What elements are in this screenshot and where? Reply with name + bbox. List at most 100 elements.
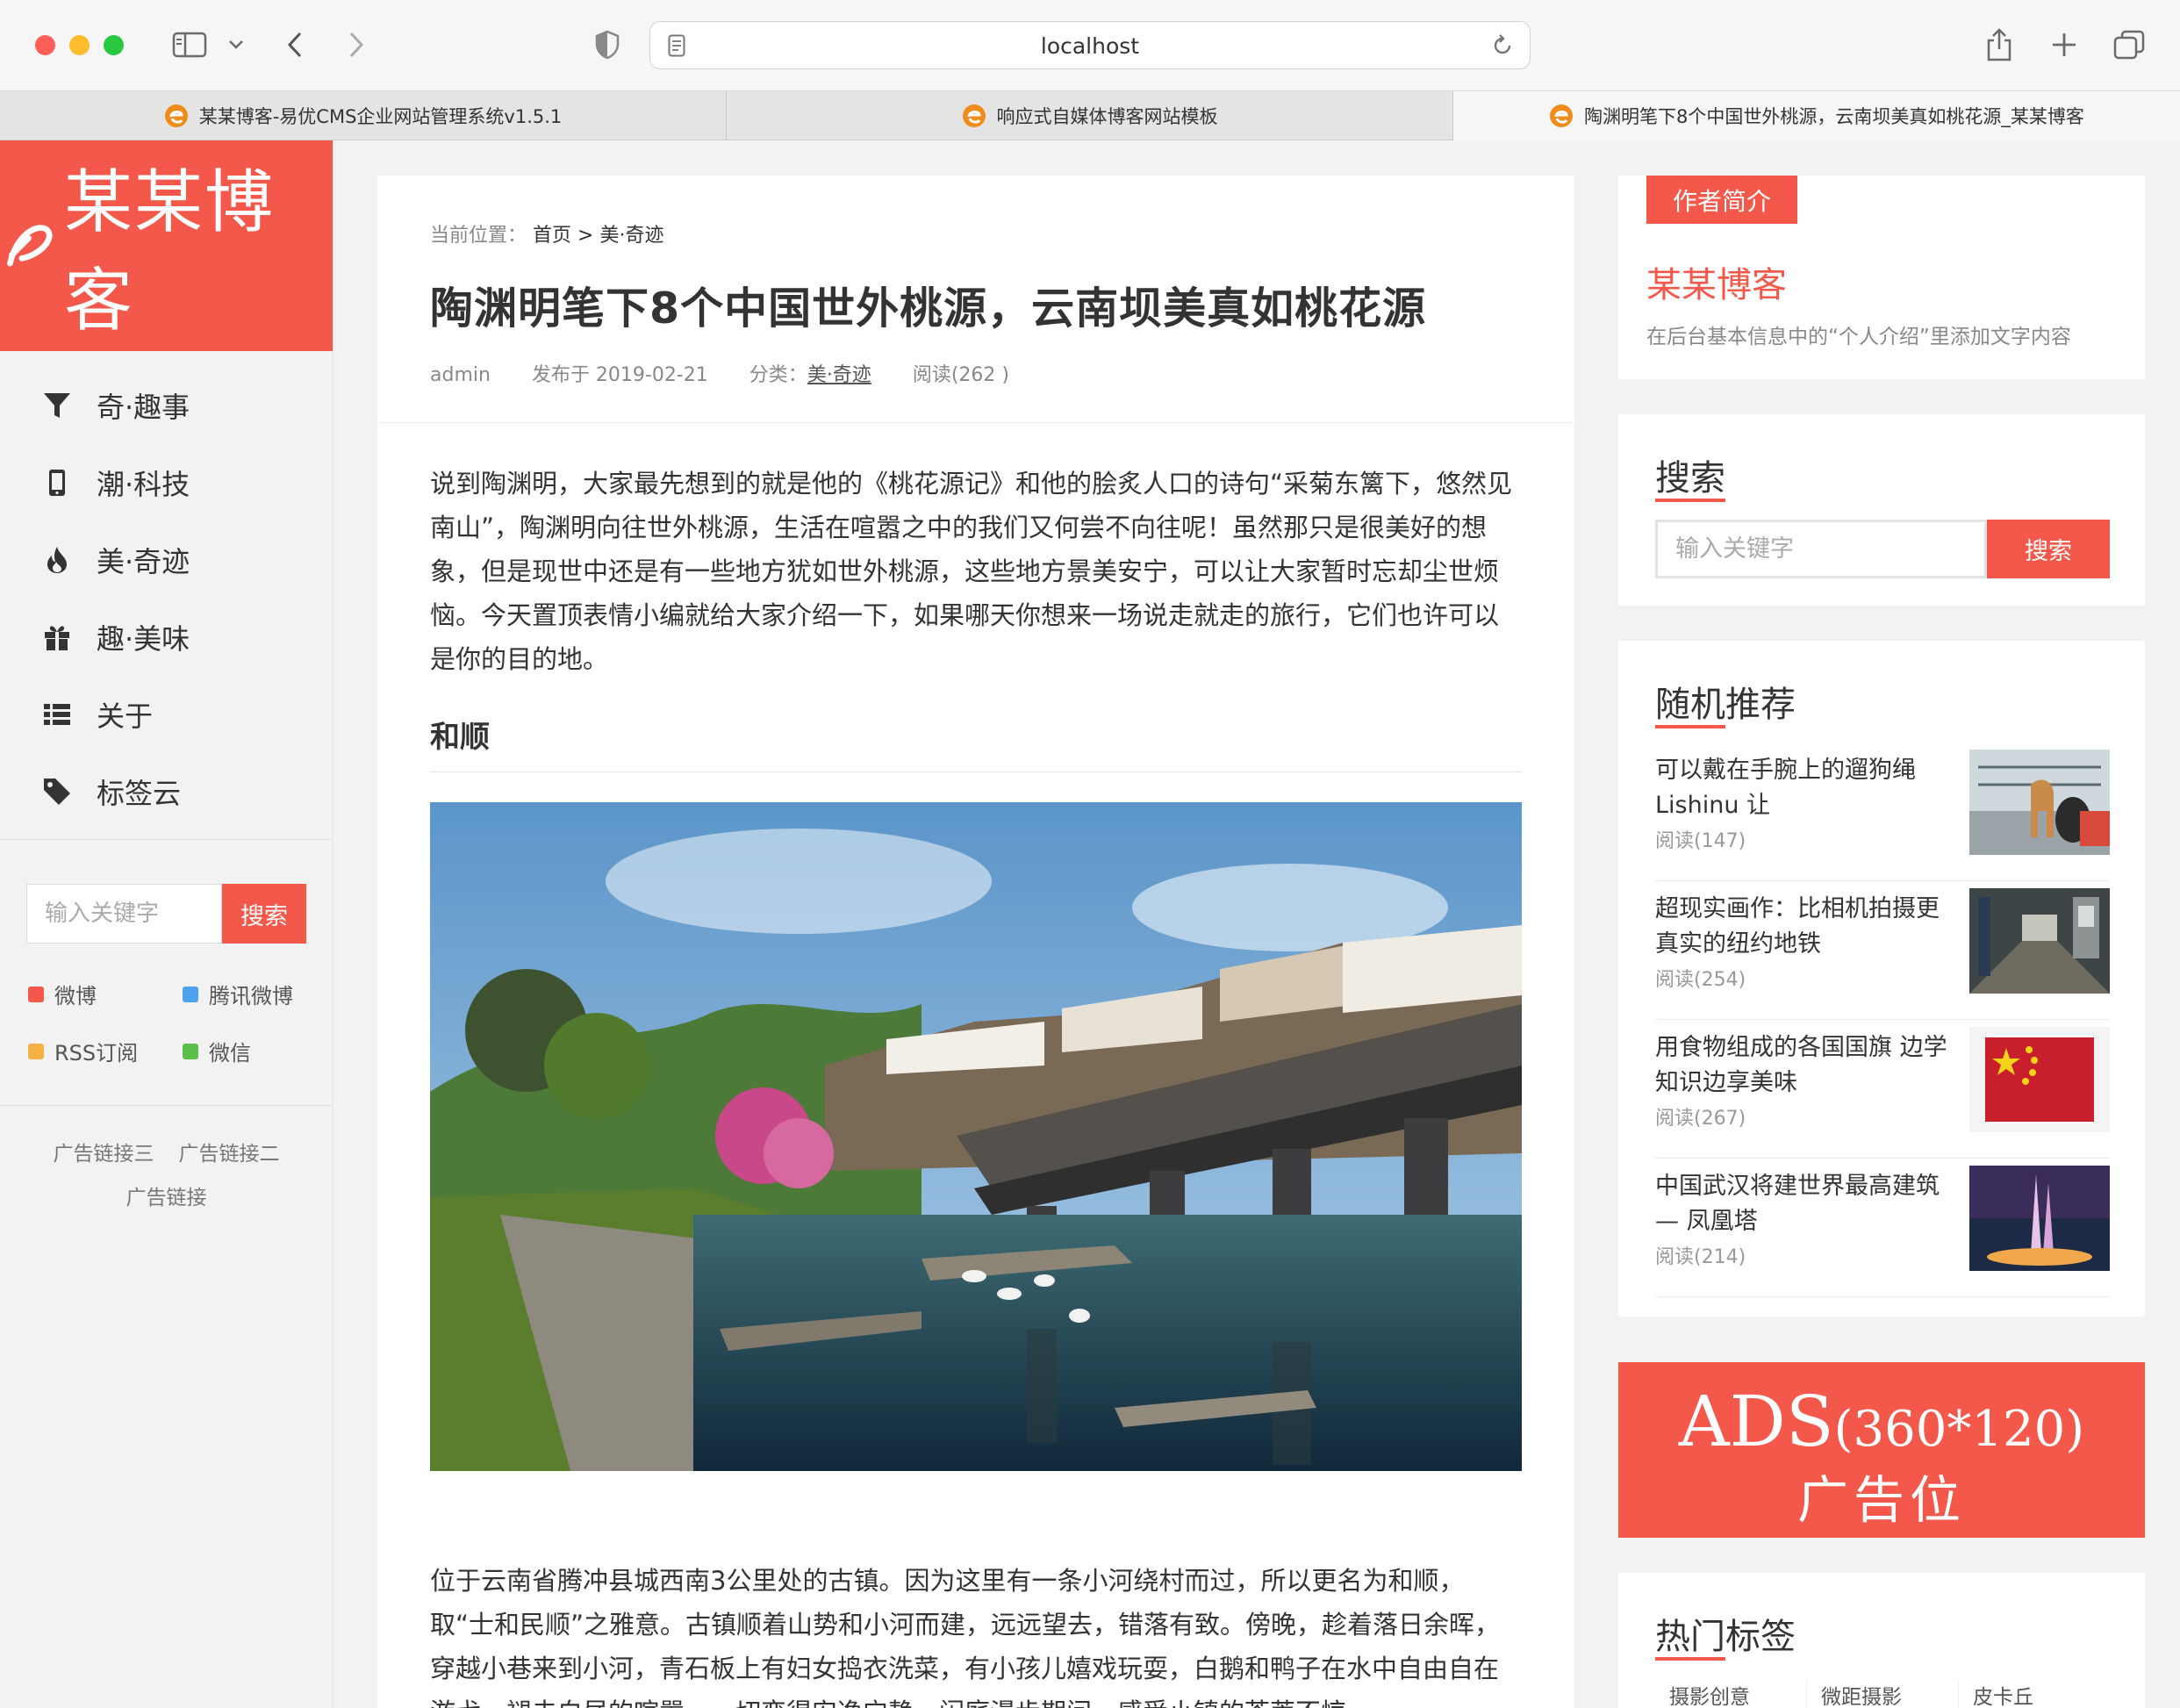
- breadcrumb-category-link[interactable]: 美·奇迹: [599, 225, 663, 247]
- tencent-weibo-icon: [183, 986, 198, 1002]
- recommend-thumbnail[interactable]: [1969, 1166, 2110, 1271]
- tab-3-active[interactable]: 陶渊明笔下8个中国世外桃源，云南坝美真如桃花源_某某博客: [1453, 91, 2180, 140]
- fire-icon: [47, 547, 67, 573]
- list-item[interactable]: 中国武汉将建世界最高建筑 — 凤凰塔 阅读(214): [1655, 1159, 2110, 1297]
- nav-item-qumeiwei[interactable]: 趣·美味: [0, 599, 333, 676]
- left-sidebar: 某某博客 奇·趣事 潮·科技 美·奇迹 趣·美味 关于 标签云 搜索: [0, 140, 333, 1708]
- forward-icon[interactable]: [341, 23, 372, 67]
- article-photo: [430, 802, 1522, 1471]
- tab-1[interactable]: 某某博客-易优CMS企业网站管理系统v1.5.1: [0, 91, 727, 140]
- ad-link-2[interactable]: 广告链接二: [179, 1143, 280, 1166]
- tag-item[interactable]: 摄影创意: [1655, 1680, 1806, 1708]
- recommend-thumbnail[interactable]: [1969, 888, 2110, 994]
- ad-link-3[interactable]: 广告链接三: [54, 1143, 154, 1166]
- nav-label: 美·奇迹: [97, 545, 190, 578]
- social-links: 微博 腾讯微博 RSS订阅 微信: [0, 944, 333, 1106]
- social-label: 微信: [209, 1041, 251, 1066]
- weibo-icon: [28, 986, 44, 1002]
- eyou-favicon-icon: [962, 104, 986, 127]
- nav-label: 关于: [97, 700, 154, 733]
- hot-tags-widget: 热门标签 摄影创意 微距摄影 皮卡丘: [1618, 1573, 2145, 1708]
- tag-item[interactable]: 皮卡丘: [1958, 1680, 2110, 1708]
- recommend-list: 可以戴在手腕上的遛狗绳 Lishinu 让 阅读(147) 超现实画作：比相机拍…: [1655, 743, 2110, 1297]
- social-tencent-weibo[interactable]: 腾讯微博: [183, 979, 314, 1009]
- nav-label: 趣·美味: [97, 622, 190, 656]
- rss-icon: [28, 1043, 44, 1059]
- tab-2[interactable]: 响应式自媒体博客网站模板: [727, 91, 1453, 140]
- nav-item-chaokeji[interactable]: 潮·科技: [0, 444, 333, 521]
- category-label: 分类：: [749, 364, 807, 386]
- nav-item-qiqushi[interactable]: 奇·趣事: [0, 367, 333, 444]
- tab-1-label: 某某博客-易优CMS企业网站管理系统v1.5.1: [198, 106, 563, 127]
- search-widget: 搜索 搜索: [1618, 414, 2145, 606]
- nav-item-tagcloud[interactable]: 标签云: [0, 753, 333, 830]
- social-label: 微博: [54, 984, 97, 1008]
- recommend-thumbnail[interactable]: [1969, 1027, 2110, 1132]
- right-search-form: 搜索: [1655, 520, 2110, 578]
- wechat-icon: [183, 1043, 198, 1059]
- privacy-shield-icon[interactable]: [592, 23, 623, 67]
- tab-overview-icon[interactable]: [2110, 23, 2148, 67]
- social-wechat[interactable]: 微信: [183, 1036, 314, 1066]
- recommend-widget-title: 随机推荐: [1655, 685, 1796, 725]
- article-intro: 说到陶渊明，大家最先想到的就是他的《桃花源记》和他的脍炙人口的诗句“采菊东篱下，…: [430, 469, 1513, 674]
- hot-tags-title: 热门标签: [1655, 1617, 1796, 1657]
- list-item[interactable]: 超现实画作：比相机拍摄更真实的纽约地铁 阅读(254): [1655, 881, 2110, 1020]
- reload-icon[interactable]: [1491, 33, 1514, 61]
- main-nav: 奇·趣事 潮·科技 美·奇迹 趣·美味 关于 标签云: [0, 351, 333, 840]
- section-title: 和顺: [430, 713, 1522, 772]
- recommend-title[interactable]: 中国武汉将建世界最高建筑 — 凤凰塔: [1655, 1169, 1954, 1239]
- recommend-title[interactable]: 超现实画作：比相机拍摄更真实的纽约地铁: [1655, 892, 1954, 962]
- breadcrumb-home-link[interactable]: 首页: [533, 225, 571, 247]
- browser-toolbar: localhost: [0, 0, 2180, 91]
- article-title: 陶渊明笔下8个中国世外桃源，云南坝美真如桃花源: [430, 283, 1427, 334]
- article-header: 当前位置： 首页 > 美·奇迹 陶渊明笔下8个中国世外桃源，云南坝美真如桃花源 …: [377, 176, 1574, 423]
- chevron-down-icon[interactable]: [223, 23, 249, 67]
- right-search-button[interactable]: 搜索: [1987, 520, 2110, 578]
- recommend-reads: 阅读(147): [1655, 830, 1746, 852]
- ad-banner-size: (360*120): [1833, 1401, 2085, 1458]
- zoom-window-button[interactable]: [104, 35, 124, 55]
- recommend-thumbnail[interactable]: [1969, 750, 2110, 855]
- address-bar[interactable]: localhost: [649, 21, 1531, 69]
- recommend-title[interactable]: 可以戴在手腕上的遛狗绳 Lishinu 让: [1655, 753, 1954, 823]
- tab-3-label: 陶渊明笔下8个中国世外桃源，云南坝美真如桃花源_某某博客: [1584, 106, 2084, 127]
- nav-label: 标签云: [97, 777, 182, 810]
- logo-mark-icon: [7, 225, 53, 267]
- nav-item-meiqiji[interactable]: 美·奇迹: [0, 521, 333, 599]
- list-item[interactable]: 可以戴在手腕上的遛狗绳 Lishinu 让 阅读(147): [1655, 743, 2110, 881]
- article-panel: 当前位置： 首页 > 美·奇迹 陶渊明笔下8个中国世外桃源，云南坝美真如桃花源 …: [377, 176, 1574, 1708]
- recommend-reads: 阅读(254): [1655, 969, 1746, 991]
- share-icon[interactable]: [1980, 23, 2019, 67]
- site-logo[interactable]: 某某博客: [0, 140, 333, 351]
- social-weibo[interactable]: 微博: [28, 979, 183, 1009]
- ad-banner[interactable]: ADS(360*120) 广告位: [1618, 1362, 2145, 1538]
- right-search-input[interactable]: [1655, 520, 1987, 578]
- tab-bar: 某某博客-易优CMS企业网站管理系统v1.5.1 响应式自媒体博客网站模板 陶渊…: [0, 91, 2180, 140]
- minimize-window-button[interactable]: [69, 35, 90, 55]
- back-icon[interactable]: [279, 23, 311, 67]
- left-search-button[interactable]: 搜索: [222, 884, 306, 944]
- article-category-link[interactable]: 美·奇迹: [807, 364, 871, 386]
- social-rss[interactable]: RSS订阅: [28, 1036, 183, 1066]
- recommend-title[interactable]: 用食物组成的各国国旗 边学知识边享美味: [1655, 1030, 1954, 1101]
- author-tag: 作者简介: [1646, 176, 1797, 224]
- left-search-input[interactable]: [26, 884, 222, 944]
- tag-icon: [44, 779, 70, 805]
- tab-2-label: 响应式自媒体博客网站模板: [996, 106, 1218, 127]
- sidebar-toggle-icon[interactable]: [169, 23, 211, 67]
- new-tab-icon[interactable]: [2045, 23, 2083, 67]
- nav-item-about[interactable]: 关于: [0, 676, 333, 753]
- list-icon: [44, 704, 70, 725]
- tag-item[interactable]: 微距摄影: [1806, 1680, 1958, 1708]
- title-underline: [1655, 725, 1725, 728]
- phoenix-tower-thumbnail: [1969, 1166, 2110, 1271]
- village-photo-illustration: [430, 802, 1522, 1471]
- list-item[interactable]: 用食物组成的各国国旗 边学知识边享美味 阅读(267): [1655, 1020, 2110, 1159]
- tag-list: 摄影创意 微距摄影 皮卡丘: [1655, 1680, 2110, 1708]
- close-window-button[interactable]: [35, 35, 55, 55]
- breadcrumb: 当前位置： 首页 > 美·奇迹: [430, 219, 1522, 248]
- breadcrumb-label: 当前位置：: [430, 225, 527, 247]
- ad-link-1[interactable]: 广告链接: [126, 1187, 207, 1209]
- random-recommend-widget: 随机推荐 可以戴在手腕上的遛狗绳 Lishinu 让 阅读(147) 超现实画作…: [1618, 641, 2145, 1317]
